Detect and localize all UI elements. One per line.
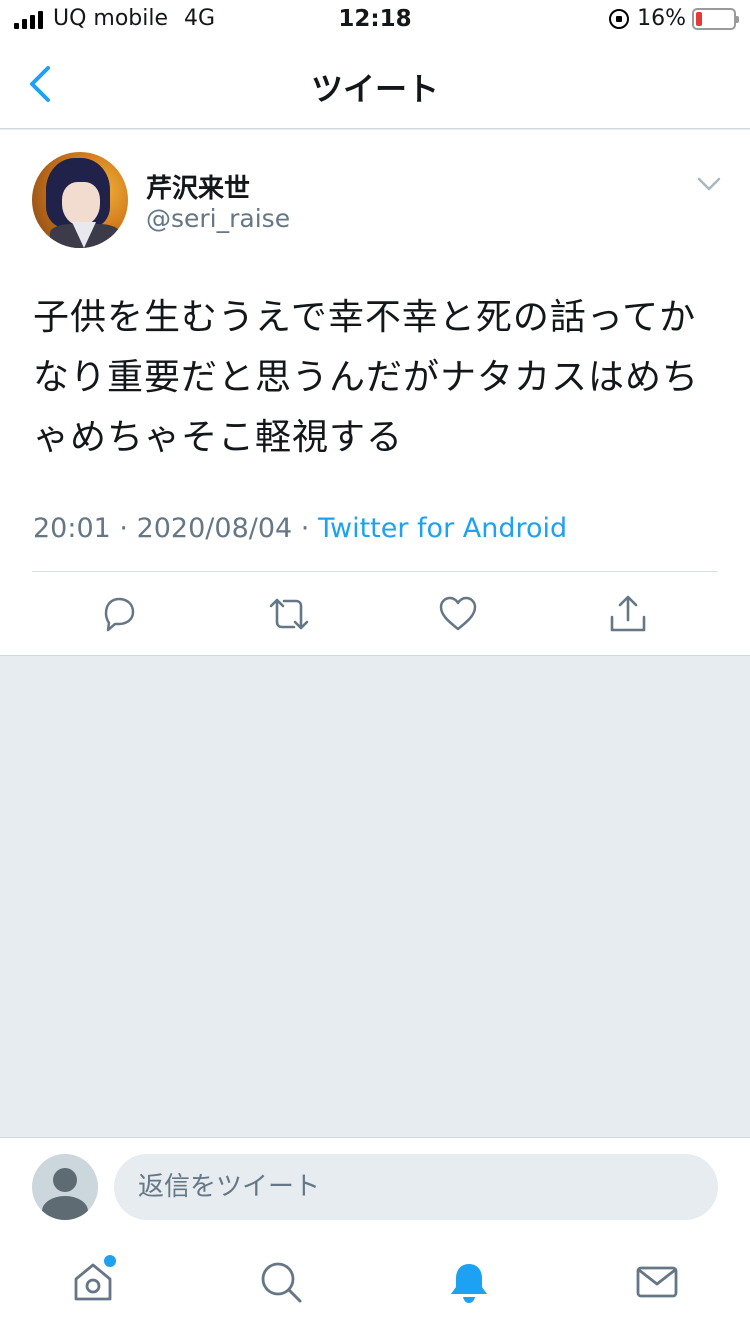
display-name[interactable]: 芹沢来世 [146,168,250,205]
tab-search[interactable] [258,1259,304,1305]
search-icon [261,1262,302,1303]
tweet-date: 2020/08/04 [136,513,293,544]
divider [32,571,718,572]
notifications-icon [451,1264,487,1303]
reply-button[interactable] [98,592,138,636]
like-icon [439,596,477,631]
share-icon [610,595,646,632]
status-right: 16% [609,6,739,31]
share-button[interactable] [608,592,648,636]
status-bar: UQ mobile 4G 12:18 16% [0,0,750,40]
messages-icon [636,1266,678,1298]
nav-header: ツイート [0,40,750,129]
retweet-button[interactable] [266,592,312,636]
avatar[interactable] [32,152,128,248]
tweet-source-link[interactable]: Twitter for Android [318,513,567,544]
retweet-icon [269,598,309,630]
tab-messages[interactable] [634,1259,680,1305]
user-avatar[interactable] [32,1154,98,1220]
page-title: ツイート [310,70,439,108]
meta-separator: · [300,513,318,544]
reply-icon [104,597,135,632]
battery-percent: 16% [637,6,686,31]
reply-input[interactable] [114,1154,718,1220]
tab-bar [0,1237,750,1334]
battery-level [696,11,702,26]
reply-bar [0,1137,750,1237]
meta-separator: · [119,513,137,544]
tab-notifications[interactable] [446,1259,492,1305]
tweet-text: 子供を生むうえで幸不幸と死の話ってかなり重要だと思うんだがナタカスはめちゃめちゃ… [33,297,700,458]
user-handle[interactable]: @seri_raise [146,204,290,233]
more-options-button[interactable] [696,174,722,194]
battery-icon [692,7,739,30]
tweet-meta: 20:01 · 2020/08/04 · Twitter for Android [33,513,567,544]
like-button[interactable] [438,592,478,636]
tweet-detail: 芹沢来世 @seri_raise 子供を生むうえで幸不幸と死の話ってかなり重要だ… [0,130,750,656]
chevron-down-icon [697,177,721,191]
new-content-dot [104,1255,116,1267]
tweet-time: 20:01 [33,513,111,544]
tweet-actions [0,592,750,636]
orientation-lock-icon [609,8,630,29]
